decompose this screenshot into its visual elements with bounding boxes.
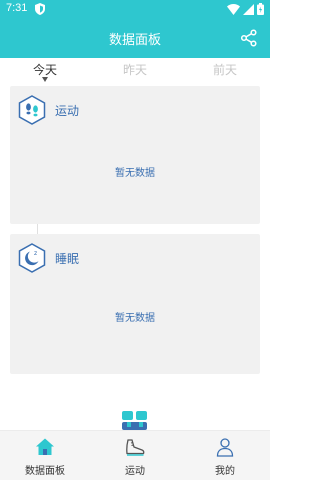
- tab-today-label: 今天: [32, 63, 57, 77]
- tab-day-before[interactable]: 前天: [180, 58, 270, 86]
- sleep-card[interactable]: z 睡眠 暂无数据: [10, 234, 260, 374]
- nav-label-profile: 我的: [215, 466, 235, 477]
- nav-item-dashboard[interactable]: 数据面板: [0, 431, 90, 480]
- share-icon[interactable]: [240, 29, 258, 47]
- home-icon: [36, 438, 54, 455]
- sport-card[interactable]: 运动 暂无数据: [10, 86, 260, 224]
- user-icon: [216, 438, 234, 457]
- day-tabs: 今天 昨天 前天: [0, 58, 270, 86]
- sport-card-title: 运动: [55, 104, 80, 118]
- signal-icon: [243, 3, 254, 15]
- footprints-icon: [18, 95, 46, 125]
- status-time: 7:31: [6, 2, 28, 14]
- sleep-empty-text: 暂无数据: [115, 313, 155, 324]
- wifi-icon: [227, 3, 240, 15]
- tab-yesterday-label: 昨天: [122, 63, 147, 77]
- nav-item-profile[interactable]: 我的: [180, 431, 270, 480]
- svg-text:z: z: [34, 250, 37, 257]
- battery-icon: [257, 3, 264, 15]
- tab-indicator: [42, 77, 48, 82]
- sport-empty-text: 暂无数据: [115, 168, 155, 179]
- sleep-card-title: 睡眠: [55, 252, 80, 266]
- nav-label-sport: 运动: [125, 466, 145, 477]
- tab-today[interactable]: 今天: [0, 58, 90, 86]
- tab-yesterday[interactable]: 昨天: [90, 58, 180, 86]
- bottom-nav: 数据面板 运动 我的: [0, 430, 270, 480]
- nav-item-sport[interactable]: 运动: [90, 431, 180, 480]
- moon-icon: z: [18, 243, 46, 273]
- page-title: 数据面板: [108, 33, 161, 48]
- app-header: 数据面板: [0, 18, 270, 58]
- dashboard-widget-icon[interactable]: [121, 410, 149, 430]
- status-bar: 7:31: [0, 0, 270, 18]
- shoe-icon: [126, 439, 145, 456]
- shield-icon: [35, 3, 45, 15]
- nav-label-dashboard: 数据面板: [25, 466, 65, 477]
- tab-day-before-label: 前天: [212, 63, 237, 77]
